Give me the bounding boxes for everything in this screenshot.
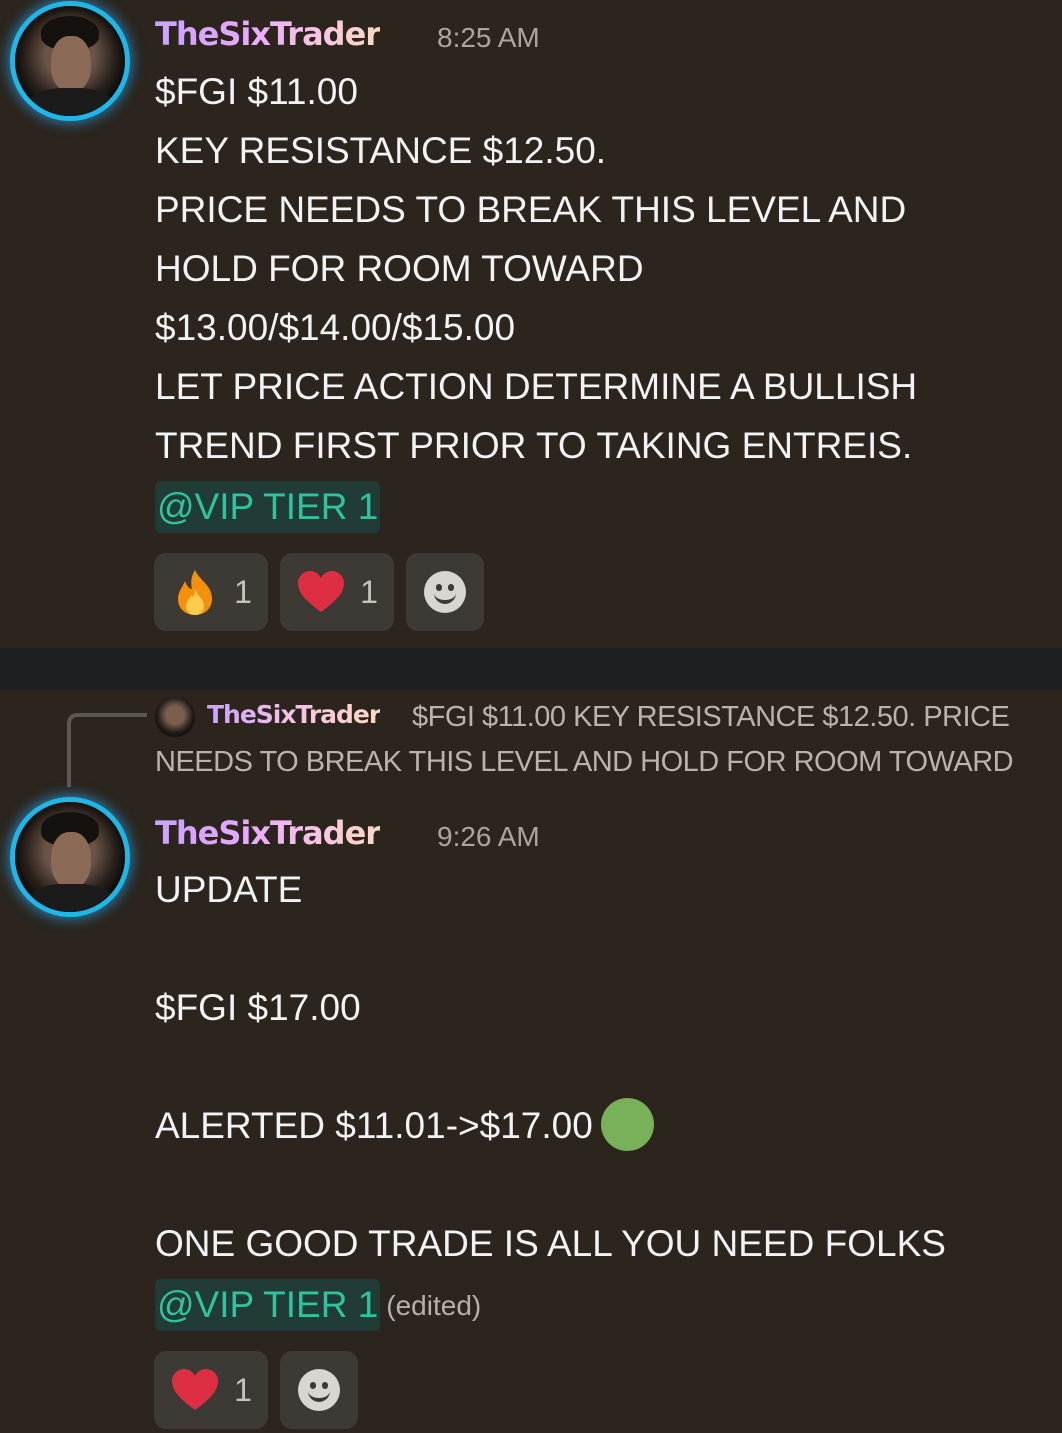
reaction-count: 1 bbox=[360, 573, 378, 610]
message-line: ONE GOOD TRADE IS ALL YOU NEED FOLKS bbox=[155, 1223, 946, 1264]
message-2: $FGI $11.00 KEY RESISTANCE $12.50. PRICE… bbox=[0, 690, 1062, 1433]
message-line: TREND FIRST PRIOR TO TAKING ENTREIS. bbox=[155, 425, 913, 466]
timestamp: 9:26 AM bbox=[437, 821, 540, 852]
timestamp: 8:25 AM bbox=[437, 22, 540, 53]
message-line bbox=[155, 1155, 1035, 1214]
edited-label: (edited) bbox=[386, 1290, 482, 1321]
heart-icon bbox=[298, 571, 345, 612]
message-line: $FGI $11.00 bbox=[155, 71, 358, 112]
message-line bbox=[155, 919, 1035, 978]
user-avatar[interactable] bbox=[15, 6, 125, 116]
username[interactable]: TheSixTrader bbox=[155, 814, 381, 852]
message-line: UPDATE bbox=[155, 869, 303, 910]
add-reaction-button[interactable] bbox=[280, 1351, 358, 1429]
message-1: TheSixTrader 8:25 AM $FGI $11.00 KEY RES… bbox=[0, 0, 1062, 648]
role-mention[interactable]: @VIP TIER 1 bbox=[155, 481, 381, 534]
message-line: PRICE NEEDS TO BREAK THIS LEVEL AND bbox=[155, 189, 907, 230]
role-mention[interactable]: @VIP TIER 1 bbox=[155, 1279, 381, 1332]
add-reaction-button[interactable] bbox=[406, 553, 484, 631]
add-reaction-icon bbox=[424, 571, 466, 613]
reaction-heart[interactable]: 1 bbox=[280, 553, 394, 631]
green-circle-icon bbox=[600, 1097, 654, 1151]
reaction-count: 1 bbox=[234, 1371, 252, 1408]
message-line: KEY RESISTANCE $12.50. bbox=[155, 130, 607, 171]
username[interactable]: TheSixTrader bbox=[155, 15, 381, 53]
reaction-heart[interactable]: 1 bbox=[154, 1351, 268, 1429]
message-line-text: ALERTED $11.01->$17.00 bbox=[155, 1105, 593, 1146]
message-line: HOLD FOR ROOM TOWARD bbox=[155, 248, 644, 289]
reply-username[interactable]: TheSixTrader bbox=[207, 700, 381, 729]
message-line bbox=[155, 1037, 1035, 1096]
fire-icon bbox=[178, 570, 213, 615]
message-line: ALERTED $11.01->$17.00 bbox=[155, 1096, 1035, 1155]
message-content: $FGI $11.00 KEY RESISTANCE $12.50. PRICE… bbox=[155, 62, 1035, 534]
message-content: UPDATE $FGI $17.00 ALERTED $11.01->$17.0… bbox=[155, 860, 1035, 1332]
reaction-fire[interactable]: 1 bbox=[154, 553, 268, 631]
reply-connector bbox=[67, 713, 147, 787]
reaction-count: 1 bbox=[234, 573, 252, 610]
add-reaction-icon bbox=[298, 1369, 340, 1411]
message-line: $FGI $17.00 bbox=[155, 987, 361, 1028]
message-line: $13.00/$14.00/$15.00 bbox=[155, 307, 516, 348]
heart-icon bbox=[172, 1369, 219, 1410]
message-line: LET PRICE ACTION DETERMINE A BULLISH bbox=[155, 366, 918, 407]
message-divider bbox=[0, 648, 1062, 690]
user-avatar[interactable] bbox=[15, 802, 125, 912]
